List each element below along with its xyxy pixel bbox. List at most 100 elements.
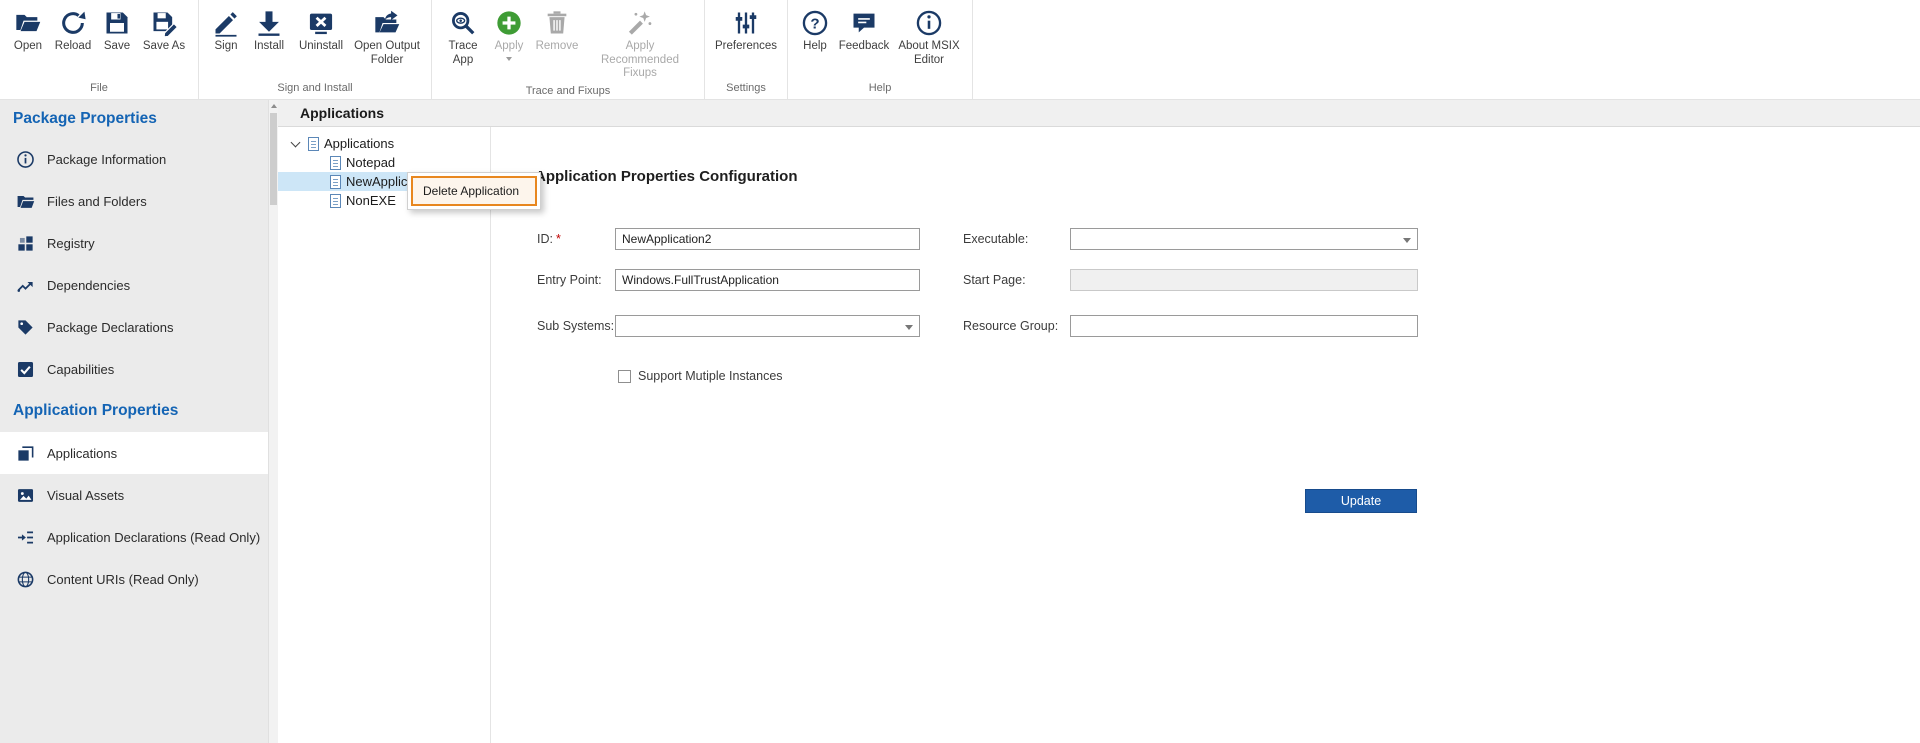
sub-systems-label: Sub Systems:	[537, 319, 615, 333]
resource-group-label: Resource Group:	[963, 319, 1059, 333]
sidebar-item-label: Applications	[47, 445, 118, 461]
applications-tree-panel: Applications Notepad NewApplication2 Non…	[278, 127, 491, 743]
ribbon-group-file: Open Reload Save Save As File	[0, 0, 199, 99]
open-output-folder-button[interactable]: Open Output Folder	[351, 5, 423, 69]
chevron-down-icon[interactable]	[290, 137, 301, 147]
update-button[interactable]: Update	[1305, 489, 1417, 513]
sidebar-item-application-declarations[interactable]: Application Declarations (Read Only)	[0, 516, 268, 558]
about-msix-editor-button[interactable]: About MSIX Editor	[894, 5, 964, 69]
context-menu-item-delete-application[interactable]: Delete Application	[411, 176, 537, 206]
section-title-package-properties: Package Properties	[13, 110, 157, 127]
open-button[interactable]: Open	[8, 5, 48, 56]
chevron-down-icon	[506, 56, 512, 61]
executable-label: Executable:	[963, 232, 1029, 246]
ribbon-group-label: Settings	[726, 82, 766, 94]
tree-item-notepad[interactable]: Notepad	[278, 153, 490, 172]
ribbon-group-label: Trace and Fixups	[525, 84, 611, 97]
sidebar-item-registry[interactable]: Registry	[0, 222, 268, 264]
button-label: Trace App	[448, 40, 478, 66]
executable-dropdown[interactable]	[1070, 228, 1418, 250]
button-label: Open	[13, 40, 43, 52]
ribbon-group-label: Help	[868, 82, 892, 94]
scrollbar-up-arrow[interactable]	[269, 100, 278, 112]
sidebar-item-dependencies[interactable]: Dependencies	[0, 264, 268, 306]
chevron-down-icon	[1403, 238, 1411, 243]
sidebar-item-package-declarations[interactable]: Package Declarations	[0, 306, 268, 348]
button-label: Feedback	[838, 40, 890, 52]
info-circle-icon	[915, 7, 943, 39]
feedback-bubble-icon	[850, 7, 878, 39]
help-button[interactable]: ? Help	[796, 5, 834, 56]
apply-button[interactable]: Apply	[488, 5, 530, 63]
apply-plus-icon	[495, 7, 523, 39]
sidebar-item-label: Content URIs (Read Only)	[47, 571, 199, 587]
sign-button[interactable]: Sign	[207, 5, 245, 56]
section-title-application-properties: Application Properties	[13, 402, 179, 419]
sidebar-item-label: Registry	[47, 235, 95, 251]
trace-app-button[interactable]: Trace App	[440, 5, 486, 69]
id-input[interactable]	[615, 228, 920, 250]
sidebar-item-label: Package Information	[47, 151, 167, 167]
button-label: Reload	[54, 40, 92, 52]
sidebar-item-label: Package Declarations	[47, 319, 174, 335]
sidebar-item-capabilities[interactable]: Capabilities	[0, 348, 268, 390]
save-button[interactable]: Save	[98, 5, 136, 56]
sliders-icon	[732, 7, 760, 39]
start-page-label: Start Page:	[963, 273, 1026, 287]
sidebar-item-label: Files and Folders	[47, 193, 147, 209]
sidebar-scrollbar[interactable]	[268, 100, 278, 743]
button-label: Apply Recommended Fixups	[601, 40, 679, 80]
scrollbar-thumb[interactable]	[270, 113, 277, 205]
preferences-button[interactable]: Preferences	[713, 5, 779, 56]
page-title: Applications	[300, 105, 385, 121]
help-circle-icon: ?	[801, 7, 829, 39]
tree-item-applications-root[interactable]: Applications	[278, 134, 490, 153]
svg-text:?: ?	[810, 15, 819, 32]
remove-button[interactable]: Remove	[532, 5, 582, 56]
save-as-button[interactable]: Save As	[138, 5, 190, 56]
sidebar-item-package-information[interactable]: Package Information	[0, 138, 268, 180]
list-arrow-icon	[15, 528, 35, 547]
context-menu: Delete Application	[407, 172, 541, 210]
tag-icon	[15, 318, 35, 337]
ribbon-group-label: Sign and Install	[277, 82, 353, 94]
document-icon	[330, 155, 341, 170]
apply-recommended-fixups-button[interactable]: Apply Recommended Fixups	[584, 5, 696, 83]
button-label: Apply	[494, 40, 524, 52]
magic-wand-icon	[626, 7, 654, 39]
support-multiple-instances-checkbox[interactable]	[618, 370, 631, 383]
app-windows-icon	[15, 444, 35, 463]
sidebar-item-label: Application Declarations (Read Only)	[47, 529, 261, 545]
reload-icon	[59, 7, 87, 39]
sidebar-item-label: Visual Assets	[47, 487, 125, 503]
reload-button[interactable]: Reload	[50, 5, 96, 56]
feedback-button[interactable]: Feedback	[836, 5, 892, 56]
content-header: Applications	[278, 100, 1920, 127]
resource-group-input[interactable]	[1070, 315, 1418, 337]
sub-systems-dropdown[interactable]	[615, 315, 920, 337]
uninstall-x-icon	[307, 7, 335, 39]
entry-point-input[interactable]	[615, 269, 920, 291]
sidebar-item-content-uris[interactable]: Content URIs (Read Only)	[0, 558, 268, 600]
id-label: ID: *	[537, 232, 561, 246]
ribbon-group-help: ? Help Feedback About MSIX Editor Help	[788, 0, 973, 99]
sidebar-item-files-and-folders[interactable]: Files and Folders	[0, 180, 268, 222]
application-properties-form: Application Properties Configuration ID:…	[491, 127, 1920, 743]
install-button[interactable]: Install	[247, 5, 291, 56]
sidebar-item-visual-assets[interactable]: Visual Assets	[0, 474, 268, 516]
tree-item-label: NonEXE	[346, 193, 396, 208]
open-folder-icon	[14, 7, 42, 39]
ribbon-group-sign-install: Sign Install Uninstall Open Output Folde…	[199, 0, 432, 99]
dependencies-arrow-icon	[15, 276, 35, 295]
open-output-folder-icon	[373, 7, 401, 39]
chevron-down-icon	[905, 325, 913, 330]
support-multiple-instances-label: Support Mutiple Instances	[638, 369, 783, 383]
button-label: Remove	[535, 40, 579, 52]
trace-magnifier-icon	[449, 7, 477, 39]
uninstall-button[interactable]: Uninstall	[293, 5, 349, 56]
folder-icon	[15, 192, 35, 211]
sidebar-item-applications[interactable]: Applications	[0, 432, 268, 474]
tree-item-label: Applications	[324, 136, 395, 151]
button-label: Save As	[142, 40, 186, 52]
ribbon-group-label: File	[90, 82, 108, 94]
